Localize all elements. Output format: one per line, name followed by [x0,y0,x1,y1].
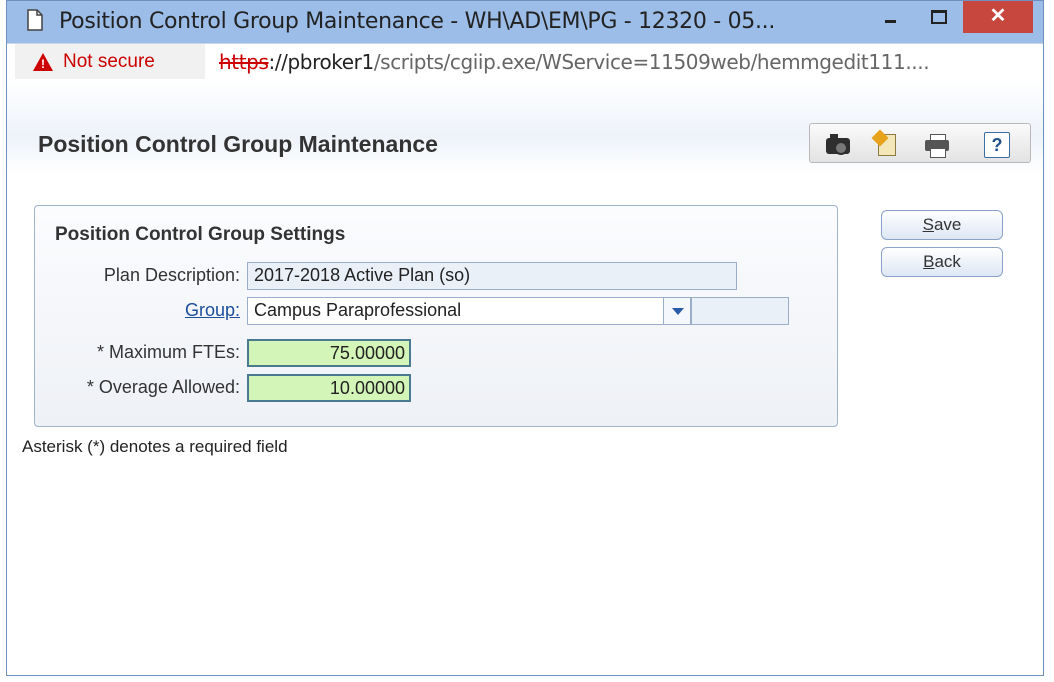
plan-description-label: Plan Description: [103,265,240,285]
panel-title: Position Control Group Settings [55,224,346,245]
required-field-note: Asterisk (*) denotes a required field [22,437,288,456]
address-bar[interactable]: ! Not secure https://pbroker1/scripts/cg… [7,43,1043,80]
maximum-ftes-input[interactable]: 75.00000 [247,339,411,367]
warning-icon: ! [33,53,53,71]
url-path: /scripts/cgiip.exe/WService=11509web/hem… [373,50,930,74]
browser-popup-window: Position Control Group Maintenance - WH\… [6,0,1044,676]
group-code-field [691,297,789,325]
group-link[interactable]: Group: [35,300,240,321]
url-protocol: https [219,50,269,74]
close-button[interactable]: ✕ [963,1,1033,33]
security-indicator[interactable]: ! Not secure [15,44,205,80]
back-label: ack [934,252,961,271]
maximize-button[interactable] [923,3,953,33]
page-icon [27,9,43,31]
plan-description-field: 2017-2018 Active Plan (so) [247,262,737,290]
page-content: Position Control Group Maintenance ? Pos… [7,79,1043,675]
new-note-icon[interactable] [871,129,900,156]
settings-panel: Position Control Group Settings Plan Des… [34,205,838,427]
url-text[interactable]: https://pbroker1/scripts/cgiip.exe/WServ… [219,50,930,74]
overage-allowed-input[interactable]: 10.00000 [247,374,411,402]
security-label: Not secure [63,51,155,72]
minimize-button[interactable] [875,3,905,33]
maximum-ftes-label: * Maximum FTEs: [96,342,240,362]
window-title: Position Control Group Maintenance - WH\… [59,9,776,34]
page-toolbar: ? [809,123,1031,163]
save-button[interactable]: Save [881,210,1003,240]
page-title: Position Control Group Maintenance [38,131,438,157]
overage-allowed-label: * Overage Allowed: [86,377,240,397]
window-titlebar[interactable]: Position Control Group Maintenance - WH\… [7,1,1043,43]
group-select[interactable]: Campus Paraprofessional [247,297,665,325]
save-accel: S [922,215,934,234]
url-host: ://pbroker1 [268,50,374,74]
camera-icon[interactable] [826,132,852,156]
help-icon[interactable]: ? [984,132,1010,158]
save-label: ave [933,215,962,234]
back-button[interactable]: Back [881,247,1003,277]
chevron-down-icon[interactable] [663,297,691,325]
back-accel: B [923,252,935,271]
print-icon[interactable] [924,132,950,158]
